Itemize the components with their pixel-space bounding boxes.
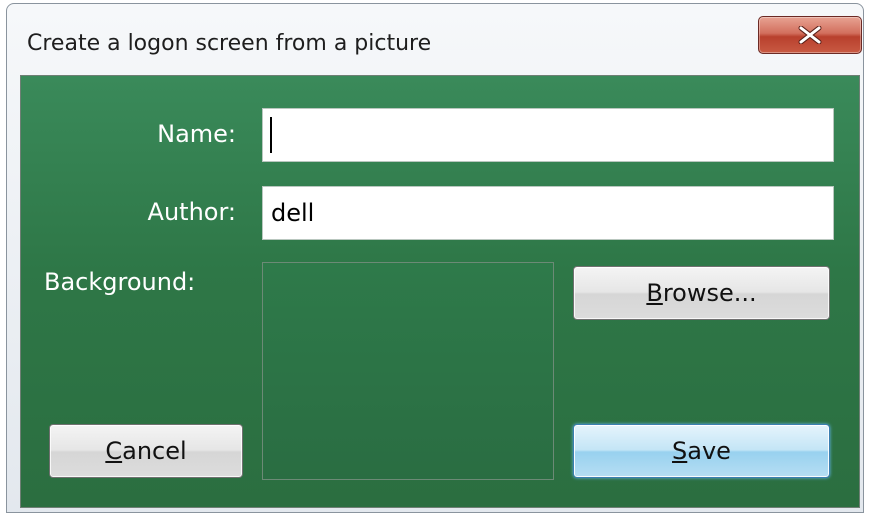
save-label: ave (687, 437, 731, 465)
name-label: Name: (157, 120, 236, 148)
window-title: Create a logon screen from a picture (27, 31, 432, 56)
browse-button[interactable]: Browse... (573, 266, 830, 320)
author-label: Author: (147, 198, 236, 226)
background-label: Background: (44, 268, 196, 296)
name-input[interactable] (262, 108, 834, 162)
browse-label: rowse... (662, 279, 757, 307)
background-preview (262, 262, 554, 480)
save-mnemonic: S (672, 437, 688, 465)
browse-mnemonic: B (646, 279, 663, 307)
close-button[interactable] (758, 16, 862, 54)
cancel-label: ancel (122, 437, 187, 465)
author-input[interactable] (262, 186, 834, 240)
close-x-icon (798, 26, 822, 44)
cancel-button[interactable]: Cancel (49, 424, 243, 478)
cancel-mnemonic: C (105, 437, 123, 465)
save-button[interactable]: Save (573, 424, 830, 478)
text-caret (270, 117, 272, 153)
